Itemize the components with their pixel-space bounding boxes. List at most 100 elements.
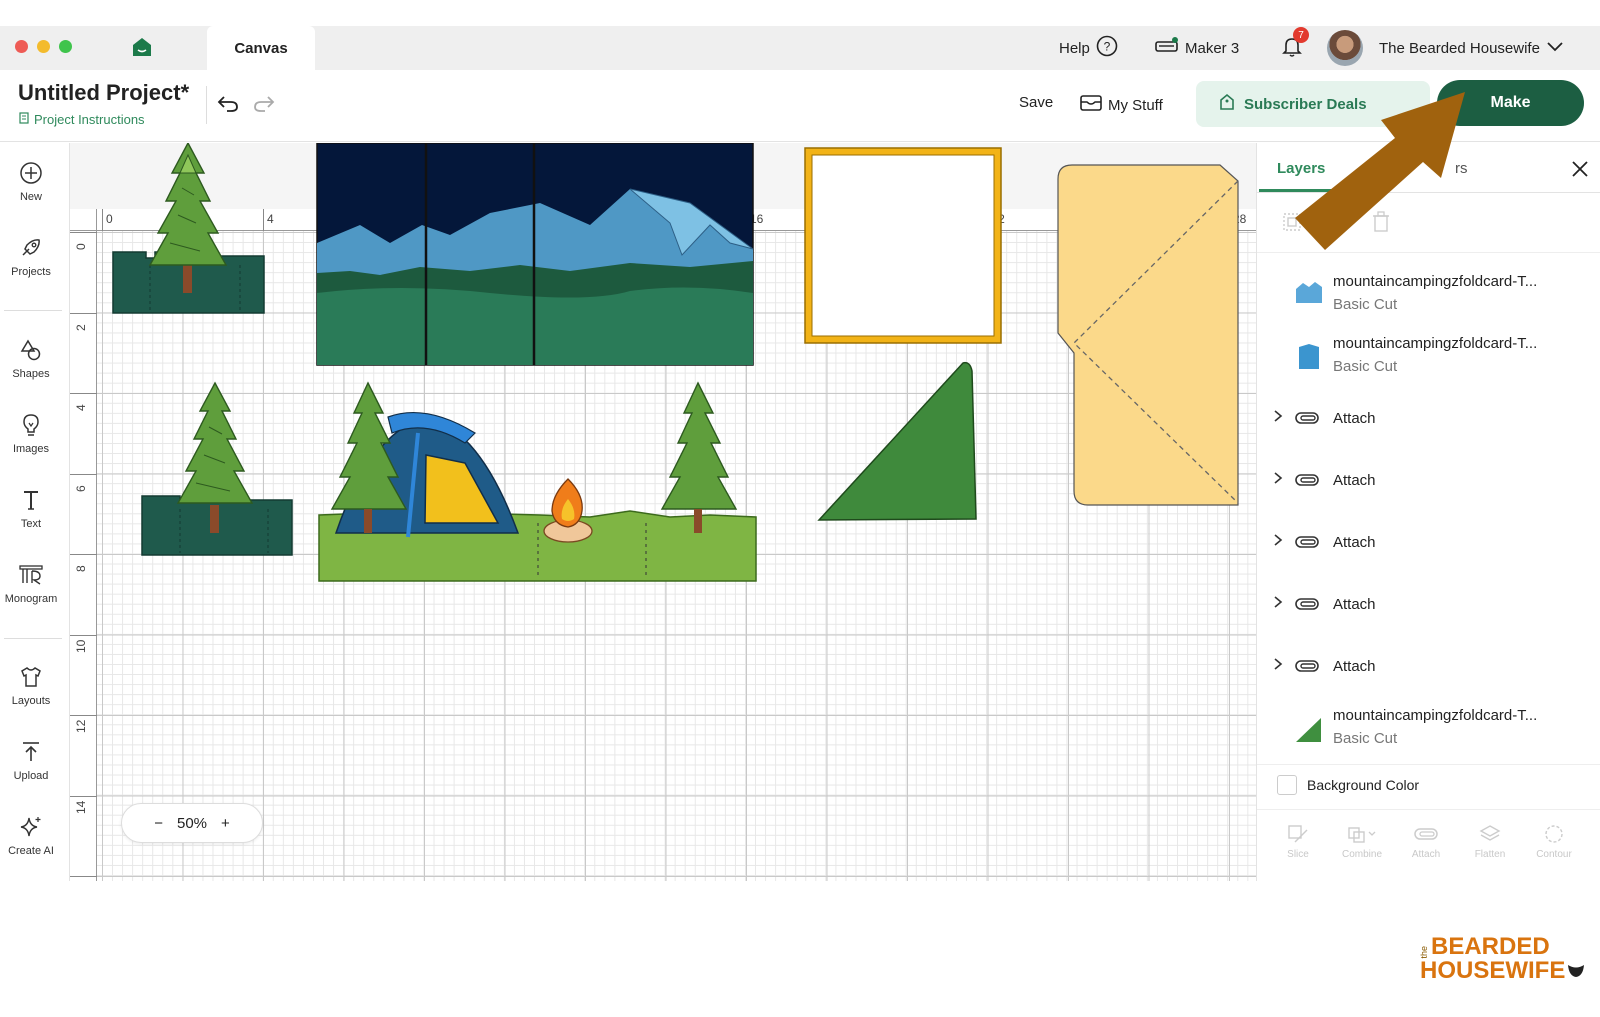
layer-thumbnail bbox=[1297, 343, 1321, 376]
slice-button[interactable]: Slice bbox=[1269, 824, 1327, 860]
attach-group-row[interactable]: Attach bbox=[1257, 453, 1600, 515]
chevron-right-icon[interactable] bbox=[1273, 657, 1283, 676]
zoom-out-button[interactable]: − bbox=[154, 815, 163, 832]
attach-footer-label: Attach bbox=[1411, 849, 1441, 860]
layer-thumbnail bbox=[1295, 717, 1323, 748]
tree-piece-2[interactable] bbox=[141, 381, 293, 556]
attach-group-row[interactable]: Attach bbox=[1257, 391, 1600, 453]
undo-icon[interactable] bbox=[216, 92, 240, 119]
machine-selector[interactable]: Maker 3 bbox=[1155, 34, 1239, 62]
my-stuff-label: My Stuff bbox=[1108, 96, 1163, 114]
flatten-button[interactable]: Flatten bbox=[1461, 824, 1519, 860]
shapes-button[interactable]: Shapes bbox=[0, 338, 62, 380]
shirt-icon bbox=[19, 665, 43, 692]
notification-badge: 7 bbox=[1293, 27, 1309, 43]
attach-button[interactable]: Attach bbox=[1397, 824, 1455, 860]
mountain-panel[interactable] bbox=[316, 143, 754, 366]
images-button[interactable]: Images bbox=[0, 413, 62, 455]
chevron-right-icon[interactable] bbox=[1273, 471, 1283, 490]
user-menu[interactable]: The Bearded Housewife bbox=[1327, 30, 1564, 66]
attach-group-row[interactable]: Attach bbox=[1257, 577, 1600, 639]
design-space-window: Canvas Help ? Maker 3 7 The Bearded Hous… bbox=[0, 26, 1600, 881]
close-icon[interactable] bbox=[1571, 160, 1589, 183]
home-icon[interactable] bbox=[132, 37, 152, 62]
attach-icon bbox=[1295, 473, 1319, 492]
project-instructions-label: Project Instructions bbox=[34, 112, 145, 127]
square-frame-piece[interactable] bbox=[804, 147, 1002, 344]
camping-scene-panel[interactable] bbox=[318, 381, 757, 582]
bulb-icon bbox=[19, 413, 43, 440]
slice-icon bbox=[1287, 824, 1309, 847]
attach-label: Attach bbox=[1333, 472, 1376, 489]
toolbar-divider bbox=[4, 310, 62, 311]
my-stuff-button[interactable]: My Stuff bbox=[1080, 94, 1163, 116]
flatten-label: Flatten bbox=[1474, 849, 1506, 860]
layer-operation: Basic Cut bbox=[1333, 358, 1398, 375]
images-label: Images bbox=[12, 443, 50, 455]
save-button[interactable]: Save bbox=[1019, 94, 1053, 111]
mail-icon bbox=[1080, 94, 1102, 116]
envelope-piece[interactable] bbox=[1057, 164, 1239, 506]
monogram-icon bbox=[18, 563, 44, 590]
background-color-checkbox[interactable] bbox=[1277, 775, 1297, 795]
layer-operation: Basic Cut bbox=[1333, 730, 1398, 747]
project-title[interactable]: Untitled Project* bbox=[18, 80, 189, 106]
attach-group-row[interactable]: Attach bbox=[1257, 515, 1600, 577]
attach-icon bbox=[1295, 597, 1319, 616]
chevron-right-icon[interactable] bbox=[1273, 533, 1283, 552]
layer-row[interactable]: mountaincampingzfoldcard-T... Basic Cut bbox=[1257, 701, 1600, 765]
projects-icon bbox=[19, 236, 43, 263]
panel-footer bbox=[1257, 809, 1600, 810]
tag-icon bbox=[1218, 93, 1236, 115]
contour-button[interactable]: Contour bbox=[1525, 824, 1583, 860]
zoom-level: 50% bbox=[176, 814, 208, 832]
help-button[interactable]: Help ? bbox=[1059, 34, 1118, 62]
help-label: Help bbox=[1059, 39, 1090, 57]
projects-label: Projects bbox=[11, 266, 51, 278]
text-button[interactable]: Text bbox=[0, 488, 62, 530]
layer-name: mountaincampingzfoldcard-T... bbox=[1333, 707, 1538, 724]
notifications-button[interactable]: 7 bbox=[1280, 27, 1309, 62]
tab-canvas[interactable]: Canvas bbox=[207, 26, 315, 70]
project-instructions-link[interactable]: Project Instructions bbox=[19, 112, 145, 127]
zoom-in-button[interactable]: + bbox=[221, 815, 230, 832]
monogram-label: Monogram bbox=[4, 593, 58, 605]
maximize-window-button[interactable] bbox=[59, 40, 72, 53]
brand-watermark: the BEARDED HOUSEWIFE bbox=[1419, 933, 1590, 983]
design-canvas[interactable]: 0246810121416182022242628 0246810121416 bbox=[70, 143, 1256, 881]
new-button[interactable]: New bbox=[0, 161, 62, 203]
user-name: The Bearded Housewife bbox=[1379, 39, 1540, 57]
layer-row[interactable]: mountaincampingzfoldcard-T... Basic Cut bbox=[1257, 329, 1600, 391]
title-bar: Canvas Help ? Maker 3 7 The Bearded Hous… bbox=[0, 26, 1600, 70]
document-icon bbox=[19, 112, 30, 127]
projects-button[interactable]: Projects bbox=[0, 236, 62, 278]
chevron-right-icon[interactable] bbox=[1273, 595, 1283, 614]
attach-icon bbox=[1414, 824, 1438, 847]
layouts-button[interactable]: Layouts bbox=[0, 665, 62, 707]
combine-icon bbox=[1347, 824, 1377, 847]
upload-button[interactable]: Upload bbox=[0, 740, 62, 782]
combine-label: Combine bbox=[1341, 849, 1383, 860]
layer-row[interactable]: mountaincampingzfoldcard-T... Basic Cut bbox=[1257, 267, 1600, 329]
brand-line1: BEARDED bbox=[1431, 933, 1550, 960]
triangle-piece[interactable] bbox=[817, 361, 977, 521]
minimize-window-button[interactable] bbox=[37, 40, 50, 53]
text-icon bbox=[19, 488, 43, 515]
layer-operation: Basic Cut bbox=[1333, 296, 1398, 313]
redo-icon[interactable] bbox=[252, 92, 276, 119]
contour-label: Contour bbox=[1536, 849, 1572, 860]
attach-group-row[interactable]: Attach bbox=[1257, 639, 1600, 701]
chevron-right-icon[interactable] bbox=[1273, 409, 1283, 428]
save-label: Save bbox=[1019, 94, 1054, 111]
header-divider bbox=[206, 86, 207, 124]
attach-label: Attach bbox=[1333, 534, 1376, 551]
create-ai-button[interactable]: Create AI bbox=[0, 815, 62, 857]
combine-button[interactable]: Combine bbox=[1333, 824, 1391, 860]
close-window-button[interactable] bbox=[15, 40, 28, 53]
contour-icon bbox=[1543, 824, 1565, 847]
background-color-row[interactable]: Background Color bbox=[1277, 775, 1419, 795]
tree-piece-1[interactable] bbox=[112, 143, 265, 314]
left-toolbar: New Projects Shapes Images Text Monogram… bbox=[0, 143, 70, 881]
attach-icon bbox=[1295, 659, 1319, 678]
monogram-button[interactable]: Monogram bbox=[0, 563, 62, 605]
